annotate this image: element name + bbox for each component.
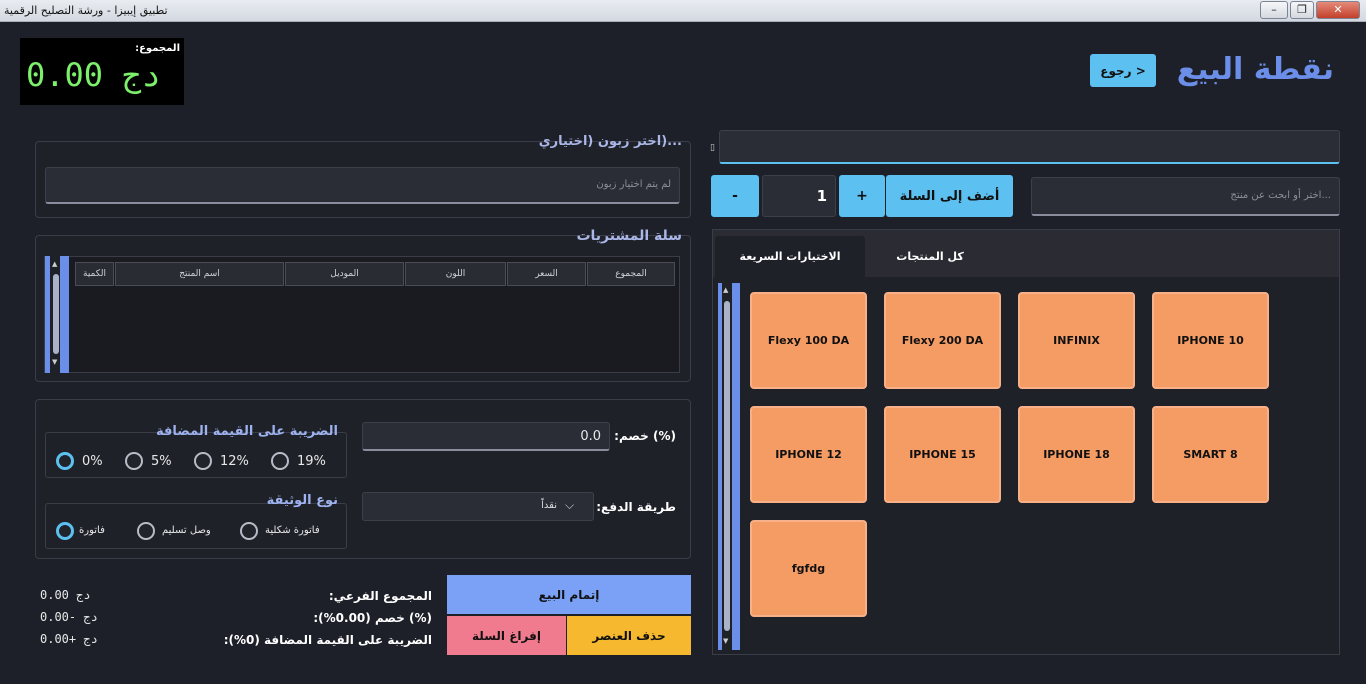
cart-legend: سلة المشتريات bbox=[576, 228, 682, 244]
add-to-cart-button[interactable]: أضف إلى السلة bbox=[886, 175, 1013, 217]
total-display: المجموع: 0.00 دج bbox=[20, 38, 184, 105]
product-tile[interactable]: SMART 8 bbox=[1152, 406, 1269, 503]
payment-label: طريقة الدفع: bbox=[596, 500, 676, 514]
document-radio-delivery[interactable] bbox=[137, 522, 155, 540]
product-tile[interactable]: INFINIX bbox=[1018, 292, 1135, 389]
document-legend: نوع الوثيقة bbox=[266, 493, 338, 508]
back-button[interactable]: < رجوع bbox=[1090, 54, 1156, 87]
vat-label-5: 5% bbox=[151, 454, 172, 469]
product-search-placeholder: ...اختر أو ابحث عن منتج bbox=[1230, 190, 1331, 201]
product-tile[interactable]: IPHONE 15 bbox=[884, 406, 1001, 503]
scroll-down-icon[interactable]: ▼ bbox=[52, 358, 57, 366]
vat-radio-19[interactable] bbox=[271, 452, 289, 470]
payment-select[interactable]: ⌵ نقداً bbox=[362, 492, 594, 521]
column-header-quantity[interactable]: الكمية bbox=[75, 262, 114, 286]
maximize-button[interactable]: ❐ bbox=[1290, 1, 1314, 19]
scroll-thumb[interactable] bbox=[724, 301, 730, 631]
vat-label-12: 12% bbox=[220, 454, 249, 469]
document-label-invoice: فاتورة bbox=[79, 525, 105, 536]
subtotal-value: دج 0.00 bbox=[40, 588, 91, 602]
decrease-quantity-button[interactable]: - bbox=[711, 175, 759, 217]
product-tile[interactable]: Flexy 200 DA bbox=[884, 292, 1001, 389]
document-label-proforma: فاتورة شكلية bbox=[265, 525, 320, 536]
product-tile[interactable]: IPHONE 10 bbox=[1152, 292, 1269, 389]
customer-select[interactable]: لم يتم اختيار زبون bbox=[45, 167, 680, 204]
products-scrollbar[interactable]: ▲ ▼ bbox=[718, 283, 740, 650]
payment-value: نقداً bbox=[541, 500, 557, 511]
scroll-up-icon[interactable]: ▲ bbox=[723, 286, 728, 294]
tab-all-products[interactable]: كل المنتجات bbox=[866, 236, 994, 277]
scroll-down-icon[interactable]: ▼ bbox=[723, 637, 728, 645]
complete-sale-button[interactable]: إتمام البيع bbox=[447, 575, 691, 614]
close-button[interactable]: ✕ bbox=[1316, 1, 1360, 19]
subtotal-label: المجموع الفرعي: bbox=[328, 589, 432, 603]
vat-label-19: 19% bbox=[297, 454, 326, 469]
column-header-color[interactable]: اللون bbox=[405, 262, 506, 286]
chevron-down-icon: ⌵ bbox=[565, 498, 575, 512]
barcode-input[interactable] bbox=[719, 130, 1340, 164]
minimize-button[interactable]: – bbox=[1260, 1, 1288, 19]
column-header-price[interactable]: السعر bbox=[507, 262, 586, 286]
delete-item-button[interactable]: حذف العنصر bbox=[567, 616, 691, 655]
product-search-input[interactable]: ...اختر أو ابحث عن منتج bbox=[1031, 177, 1340, 216]
vat-radio-12[interactable] bbox=[194, 452, 212, 470]
product-tile[interactable]: IPHONE 18 bbox=[1018, 406, 1135, 503]
tab-quick-picks[interactable]: الاختيارات السريعة bbox=[715, 236, 865, 277]
vat-radio-5[interactable] bbox=[125, 452, 143, 470]
customer-placeholder: لم يتم اختيار زبون bbox=[596, 179, 671, 190]
column-header-product[interactable]: اسم المنتج bbox=[115, 262, 284, 286]
discount-value: 0.0 bbox=[580, 429, 601, 444]
quantity-value: 1 bbox=[816, 187, 827, 205]
window-title-bar: تطبيق إيبيزا - ورشة التصليح الرقمية – ❐ … bbox=[0, 0, 1366, 22]
discount-summary-value: دج -0.00 bbox=[40, 610, 98, 624]
vat-summary-label: الضريبة على القيمة المضافة (0%): bbox=[223, 633, 432, 647]
vat-label-0: 0% bbox=[82, 454, 103, 469]
vat-legend: الضريبة على القيمة المضافة bbox=[156, 424, 338, 439]
discount-input[interactable]: 0.0 bbox=[362, 422, 610, 451]
empty-cart-button[interactable]: إفراغ السلة bbox=[447, 616, 566, 655]
cart-scrollbar[interactable]: ▲ ▼ bbox=[45, 256, 69, 373]
product-tile[interactable]: IPHONE 12 bbox=[750, 406, 867, 503]
discount-label: (%) خصم: bbox=[614, 429, 676, 443]
scroll-thumb[interactable] bbox=[53, 274, 59, 354]
document-radio-proforma[interactable] bbox=[240, 522, 258, 540]
page-title: نقطة البيع bbox=[1176, 52, 1334, 87]
increase-quantity-button[interactable]: + bbox=[839, 175, 885, 217]
vat-summary-value: دج +0.00 bbox=[40, 632, 98, 646]
document-radio-invoice[interactable] bbox=[56, 522, 74, 540]
text-cursor-icon: ▯ bbox=[710, 143, 715, 153]
document-label-delivery: وصل تسليم bbox=[162, 525, 211, 536]
total-value: 0.00 دج bbox=[26, 56, 161, 94]
product-tile[interactable]: fgfdg bbox=[750, 520, 867, 617]
scroll-up-icon[interactable]: ▲ bbox=[52, 260, 57, 268]
discount-summary-label: (%) خصم (0.00%): bbox=[313, 611, 432, 625]
customer-legend: ...(اختر زبون (اختياري bbox=[538, 134, 682, 149]
column-header-total[interactable]: المجموع bbox=[587, 262, 675, 286]
total-label: المجموع: bbox=[135, 43, 180, 54]
quantity-input[interactable]: 1 bbox=[762, 175, 836, 217]
window-title: تطبيق إيبيزا - ورشة التصليح الرقمية bbox=[4, 4, 168, 17]
vat-radio-0[interactable] bbox=[56, 452, 74, 470]
product-tile[interactable]: Flexy 100 DA bbox=[750, 292, 867, 389]
column-header-model[interactable]: الموديل bbox=[285, 262, 404, 286]
